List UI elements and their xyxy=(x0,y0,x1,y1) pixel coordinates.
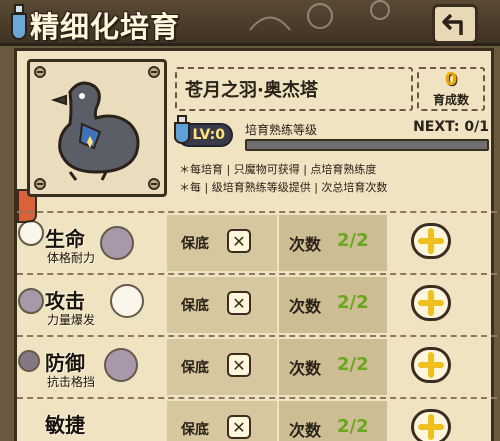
guarantee-checkbox[interactable]: ✕ xyxy=(227,291,251,315)
screw-icon xyxy=(148,66,160,78)
back-button[interactable] xyxy=(432,4,478,44)
guarantee-label: 保底 xyxy=(181,236,209,252)
plus-icon xyxy=(418,414,444,440)
guarantee-checkbox[interactable]: ✕ xyxy=(227,415,251,439)
screw-icon xyxy=(34,178,46,190)
growth-count: 0 xyxy=(444,69,458,90)
proficiency-level: LV:0 培育熟练等级 NEXT: 0/1 xyxy=(174,115,489,155)
stat-name: 敏捷 xyxy=(45,413,85,437)
count-value: 2/2 xyxy=(337,230,369,251)
close-icon: ✕ xyxy=(232,231,246,251)
plus-icon xyxy=(418,352,444,378)
growth-count-box: 0 育成数 xyxy=(417,67,485,111)
level-next: NEXT: 0/1 xyxy=(413,119,489,135)
breeding-panel: 苍月之羽·奥杰塔 0 育成数 LV:0 培育熟练等级 NEXT: 0/1 ＊每培… xyxy=(14,48,497,441)
count-value: 2/2 xyxy=(337,416,369,437)
note-line-1: ＊每培育 | 只魔物可获得 | 点培育熟练度 xyxy=(179,163,377,176)
bird-monster-icon xyxy=(50,81,140,181)
level-progress-bar xyxy=(245,139,489,151)
level-text: LV:0 xyxy=(192,127,225,143)
add-button[interactable] xyxy=(411,347,451,383)
stat-name: 生命 xyxy=(45,227,85,251)
add-button[interactable] xyxy=(411,223,451,259)
plus-icon xyxy=(418,290,444,316)
stat-row-agility: 敏捷 保底 ✕ 次数 2/2 xyxy=(17,397,497,441)
page-title: 精细化培育 xyxy=(30,10,181,44)
header-doodle-decoration xyxy=(249,0,390,31)
close-icon: ✕ xyxy=(232,293,246,313)
note-line-2: ＊每 | 级培育熟练等级提供 | 次总培育次数 xyxy=(179,181,388,194)
plus-icon xyxy=(418,228,444,254)
growth-label: 育成数 xyxy=(432,93,469,107)
guarantee-checkbox[interactable]: ✕ xyxy=(227,229,251,253)
screw-icon xyxy=(148,178,160,190)
flask-icon xyxy=(174,115,190,144)
top-bar: 精细化培育 xyxy=(0,0,500,46)
potion-icon xyxy=(11,4,27,40)
count-label: 次数 xyxy=(289,421,322,440)
stat-row-hp: 生命 体格耐力 保底 ✕ 次数 2/2 xyxy=(17,211,497,271)
stat-name: 防御 xyxy=(45,351,85,375)
screw-icon xyxy=(34,66,46,78)
close-icon: ✕ xyxy=(232,355,246,375)
count-label: 次数 xyxy=(289,297,322,316)
stat-name: 攻击 xyxy=(45,289,85,313)
stat-subtitle: 力量爆发 xyxy=(47,313,96,327)
count-label: 次数 xyxy=(289,359,322,378)
back-arrow-icon xyxy=(442,13,463,35)
stat-subtitle: 体格耐力 xyxy=(47,251,96,265)
monster-portrait xyxy=(27,59,167,197)
stat-row-defense: 防御 抗击格挡 保底 ✕ 次数 2/2 xyxy=(17,335,497,395)
stat-row-attack: 攻击 力量爆发 保底 ✕ 次数 2/2 xyxy=(17,273,497,333)
guarantee-label: 保底 xyxy=(181,422,209,438)
stat-subtitle: 抗击格挡 xyxy=(47,375,96,389)
count-label: 次数 xyxy=(289,235,322,254)
guarantee-label: 保底 xyxy=(181,298,209,314)
count-value: 2/2 xyxy=(337,354,369,375)
close-icon: ✕ xyxy=(232,417,246,437)
add-button[interactable] xyxy=(411,285,451,321)
guarantee-label: 保底 xyxy=(181,360,209,376)
character-name: 苍月之羽·奥杰塔 xyxy=(175,67,413,111)
count-value: 2/2 xyxy=(337,292,369,313)
level-label: 培育熟练等级 xyxy=(245,123,318,137)
guarantee-checkbox[interactable]: ✕ xyxy=(227,353,251,377)
add-button[interactable] xyxy=(411,409,451,441)
